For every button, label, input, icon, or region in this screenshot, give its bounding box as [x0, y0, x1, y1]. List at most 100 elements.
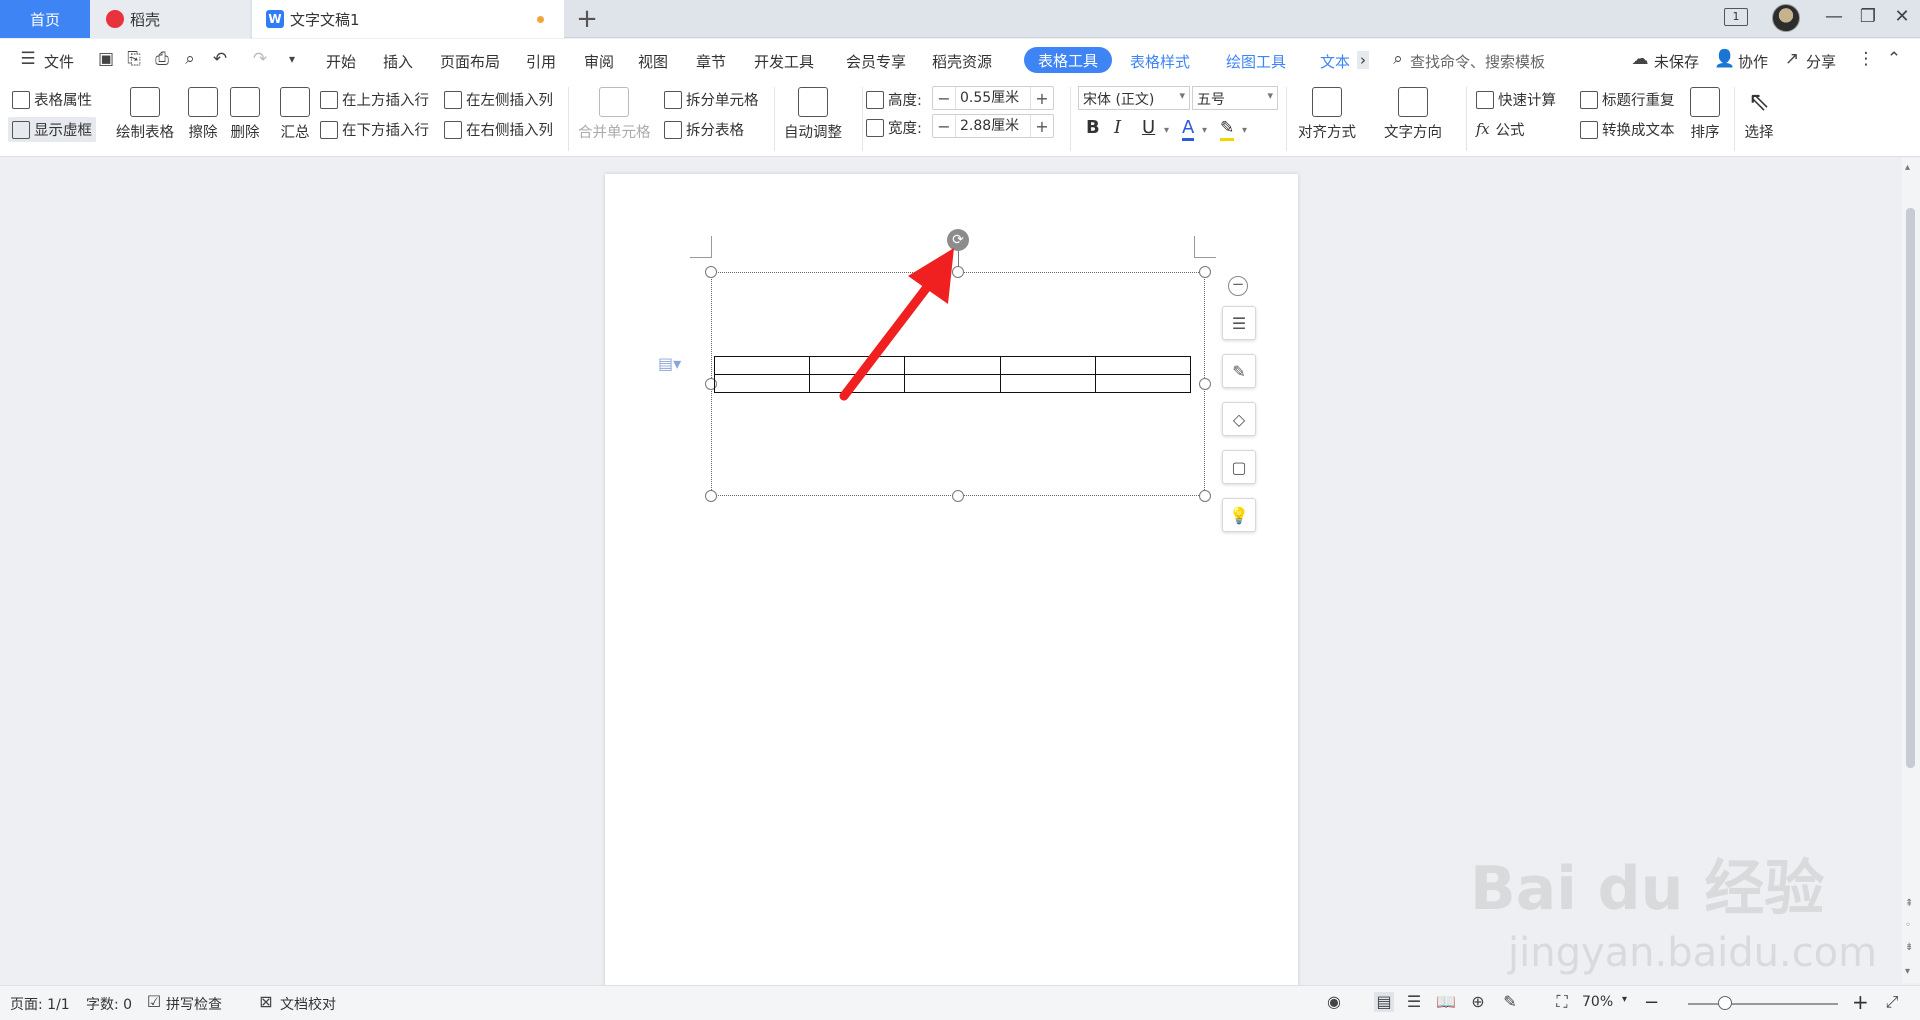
row-height-increase[interactable]: +: [1031, 89, 1053, 108]
spell-check-button[interactable]: 拼写检查: [166, 994, 222, 1014]
menu-file[interactable]: 文件: [44, 51, 74, 72]
fill-bucket-icon[interactable]: ◇: [1222, 402, 1256, 436]
new-tab-button[interactable]: +: [572, 4, 602, 34]
scroll-up-icon[interactable]: ▴: [1905, 162, 1910, 173]
text-direction-button[interactable]: 文字方向: [1384, 87, 1442, 142]
font-size-select[interactable]: 五号: [1192, 86, 1278, 110]
quick-access-dropdown-icon[interactable]: ▾: [282, 49, 302, 69]
bold-button[interactable]: B: [1086, 117, 1100, 138]
collapse-ribbon-icon[interactable]: ⌃: [1884, 49, 1904, 69]
table-cell[interactable]: [713, 374, 811, 393]
split-cells-button[interactable]: 拆分单元格: [664, 89, 759, 110]
show-gridlines-button[interactable]: 显示虚框: [8, 117, 96, 142]
zoom-level[interactable]: 70%: [1582, 994, 1613, 1010]
repeat-header-button[interactable]: 标题行重复: [1580, 89, 1675, 110]
page-view-icon[interactable]: ▤: [1374, 992, 1394, 1012]
col-width-increase[interactable]: +: [1031, 117, 1053, 136]
insert-row-above-button[interactable]: 在上方插入行: [320, 89, 429, 110]
fit-page-icon[interactable]: ⛶: [1552, 992, 1572, 1012]
row-height-decrease[interactable]: −: [933, 89, 955, 108]
resize-handle-e[interactable]: [1199, 378, 1211, 390]
next-page-icon[interactable]: ⇟: [1905, 942, 1913, 953]
highlight-icon[interactable]: ✎: [1220, 117, 1235, 141]
underline-dropdown-icon[interactable]: ▾: [1164, 125, 1169, 136]
summary-button[interactable]: 汇总: [280, 87, 310, 142]
select-browse-object-icon[interactable]: ◦: [1905, 920, 1911, 931]
menu-insert[interactable]: 插入: [383, 51, 413, 72]
web-view-icon[interactable]: ⊕: [1468, 992, 1488, 1012]
underline-button[interactable]: U: [1142, 117, 1155, 138]
quick-calc-button[interactable]: 快速计算: [1476, 89, 1556, 110]
print-icon[interactable]: ⎙: [152, 49, 172, 69]
pen-style-icon[interactable]: ✎: [1222, 354, 1256, 388]
auto-fit-button[interactable]: 自动调整: [784, 87, 842, 142]
delete-button[interactable]: 删除: [230, 87, 260, 142]
smart-tip-bulb-icon[interactable]: 💡: [1222, 498, 1256, 532]
unsaved-status[interactable]: 未保存: [1654, 51, 1699, 72]
menu-member[interactable]: 会员专享: [846, 51, 906, 72]
menu-review[interactable]: 审阅: [584, 51, 614, 72]
minimize-button[interactable]: —: [1820, 6, 1848, 27]
outline-view-icon[interactable]: ☰: [1404, 992, 1424, 1012]
page-count[interactable]: 页面: 1/1: [10, 994, 70, 1014]
formula-button[interactable]: fx 公式: [1476, 119, 1525, 140]
resize-handle-sw[interactable]: [705, 490, 717, 502]
wrap-layout-icon[interactable]: ☰: [1222, 306, 1256, 340]
col-width-stepper[interactable]: − 2.88厘米 +: [932, 114, 1054, 138]
scrollbar-thumb[interactable]: [1906, 208, 1915, 768]
erase-button[interactable]: 擦除: [188, 87, 218, 142]
convert-to-text-button[interactable]: 转换成文本: [1580, 119, 1675, 140]
menu-daoke-resources[interactable]: 稻壳资源: [932, 51, 992, 72]
zoom-out-button[interactable]: −: [1644, 992, 1659, 1013]
window-count-badge[interactable]: 1: [1724, 8, 1748, 26]
insert-col-left-button[interactable]: 在左侧插入列: [444, 89, 553, 110]
tab-table-style[interactable]: 表格样式: [1130, 51, 1190, 72]
resize-handle-se[interactable]: [1199, 490, 1211, 502]
table-properties-button[interactable]: 表格属性: [12, 89, 92, 110]
insert-row-below-button[interactable]: 在下方插入行: [320, 119, 429, 140]
alignment-button[interactable]: 对齐方式: [1298, 87, 1356, 142]
tab-drawing-tools[interactable]: 绘图工具: [1226, 51, 1286, 72]
restore-button[interactable]: ❐: [1854, 6, 1882, 27]
merge-cells-button[interactable]: 合并单元格: [578, 87, 651, 142]
menu-developer[interactable]: 开发工具: [754, 51, 814, 72]
row-height-stepper[interactable]: − 0.55厘米 +: [932, 86, 1054, 110]
word-count[interactable]: 字数: 0: [86, 994, 132, 1014]
menu-start[interactable]: 开始: [326, 51, 356, 72]
col-width-decrease[interactable]: −: [933, 117, 955, 136]
paragraph-layout-icon[interactable]: ▤▾: [658, 354, 681, 373]
font-color-dropdown-icon[interactable]: ▾: [1202, 125, 1207, 136]
col-width-value[interactable]: 2.88厘米: [955, 115, 1031, 137]
table-cell[interactable]: [1094, 374, 1192, 393]
zoom-dropdown-icon[interactable]: ▾: [1622, 994, 1627, 1005]
italic-button[interactable]: I: [1114, 117, 1121, 138]
table-cell[interactable]: [999, 374, 1096, 393]
eye-protect-icon[interactable]: ◉: [1324, 992, 1344, 1012]
more-tabs-arrow[interactable]: ›: [1357, 51, 1369, 69]
undo-icon[interactable]: ↶: [210, 49, 230, 69]
resize-handle-s[interactable]: [952, 490, 964, 502]
collapse-toolbar-icon[interactable]: −: [1228, 276, 1248, 296]
tab-text-tools[interactable]: 文本: [1320, 51, 1350, 72]
tab-document[interactable]: W 文字文稿1: [252, 0, 564, 38]
row-height-value[interactable]: 0.55厘米: [955, 87, 1031, 109]
print-preview-icon[interactable]: ⌕: [180, 49, 200, 69]
zoom-in-button[interactable]: +: [1852, 990, 1869, 1014]
table-cell[interactable]: [1094, 356, 1192, 375]
tab-table-tools[interactable]: 表格工具: [1024, 47, 1113, 73]
menu-chapter[interactable]: 章节: [696, 51, 726, 72]
zoom-slider-knob[interactable]: [1718, 996, 1732, 1010]
resize-handle-nw[interactable]: [705, 266, 717, 278]
prev-page-icon[interactable]: ⇞: [1905, 898, 1913, 909]
select-button[interactable]: ⇖ 选择: [1744, 87, 1774, 142]
menu-references[interactable]: 引用: [526, 51, 556, 72]
split-table-button[interactable]: 拆分表格: [664, 119, 744, 140]
close-button[interactable]: ✕: [1888, 6, 1916, 27]
user-avatar[interactable]: [1772, 4, 1800, 32]
draw-table-button[interactable]: 绘制表格: [116, 87, 174, 142]
resize-handle-ne[interactable]: [1199, 266, 1211, 278]
font-family-select[interactable]: 宋体 (正文): [1078, 86, 1190, 110]
tab-home[interactable]: 首页: [0, 0, 90, 38]
menu-page-layout[interactable]: 页面布局: [440, 51, 500, 72]
table-cell[interactable]: [999, 356, 1096, 375]
